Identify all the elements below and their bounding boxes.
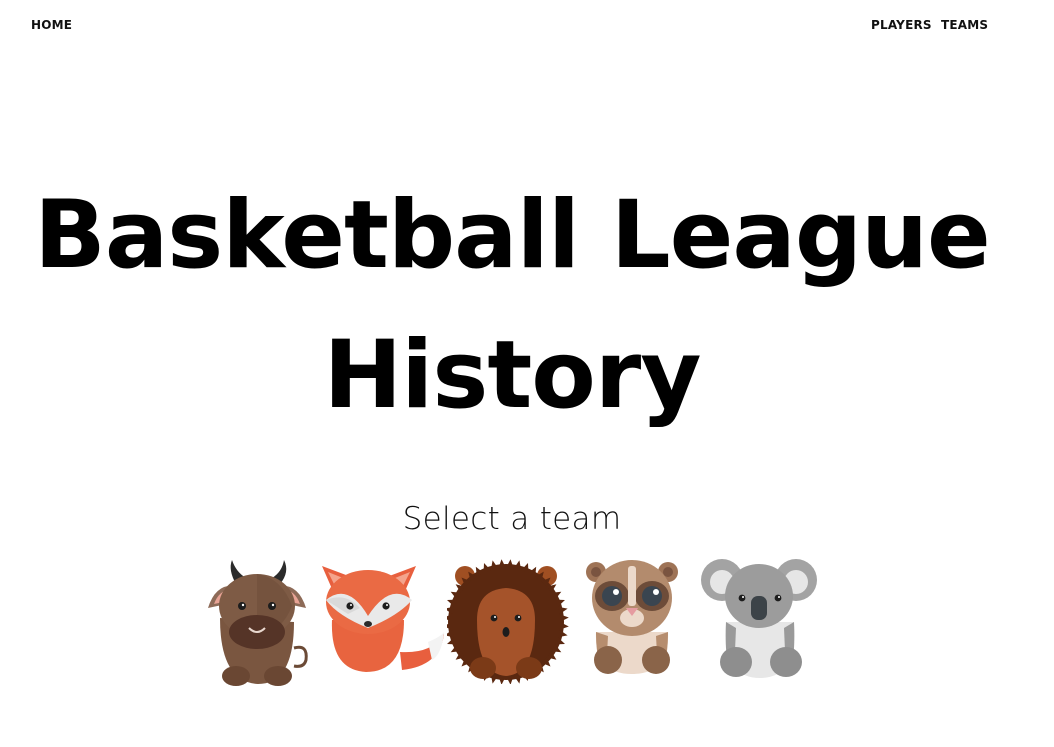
page-title-line1: Basketball League	[34, 181, 991, 290]
nav-players-link[interactable]: PLAYERS	[871, 18, 932, 32]
team-bull-button[interactable]	[202, 556, 322, 688]
hedgehog-icon	[447, 559, 569, 684]
page: HOME PLAYERS TEAMS Basketball League Hist…	[0, 0, 1054, 747]
team-koala-button[interactable]	[700, 556, 820, 684]
page-title: Basketball League History	[0, 166, 1024, 446]
bull-icon	[208, 560, 308, 686]
nav-home-link[interactable]: HOME	[31, 18, 72, 32]
team-hedgehog-button[interactable]	[447, 556, 571, 684]
fox-icon	[322, 566, 444, 672]
nav-teams-link[interactable]: TEAMS	[941, 18, 988, 32]
team-list	[200, 556, 830, 692]
select-team-prompt: Select a team	[402, 501, 622, 537]
page-title-line2: History	[323, 321, 702, 430]
team-lemur-button[interactable]	[582, 556, 682, 680]
koala-icon	[701, 559, 817, 678]
top-nav: HOME PLAYERS TEAMS	[0, 18, 1054, 36]
team-fox-button[interactable]	[320, 556, 446, 676]
lemur-icon	[586, 560, 678, 674]
